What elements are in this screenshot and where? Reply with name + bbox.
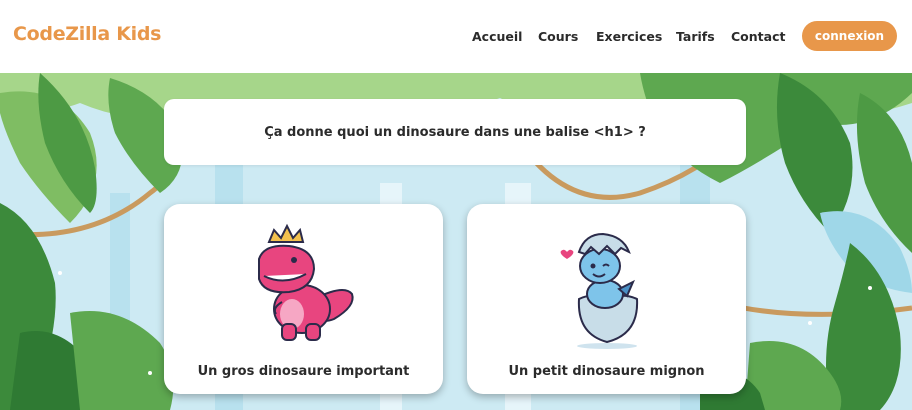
quiz-question-card: Ça donne quoi un dinosaure dans une bali… — [164, 99, 746, 165]
answer-label-big-dino: Un gros dinosaure important — [197, 364, 410, 379]
nav-link-contact[interactable]: Contact — [731, 29, 785, 44]
site-header: CodeZilla Kids Accueil Cours Exercices T… — [0, 0, 912, 73]
nav-link-cours[interactable]: Cours — [538, 29, 578, 44]
nav-link-exercices[interactable]: Exercices — [596, 29, 662, 44]
login-button[interactable]: connexion — [802, 21, 897, 51]
quiz-question: Ça donne quoi un dinosaure dans une bali… — [264, 124, 646, 140]
answer-label-baby-dino: Un petit dinosaure mignon — [508, 364, 705, 379]
nav-link-accueil[interactable]: Accueil — [472, 29, 522, 44]
answer-card-big-dino[interactable]: Un gros dinosaure important — [164, 204, 443, 394]
baby-blue-dino-in-egg-icon — [560, 232, 639, 349]
answer-card-baby-dino[interactable]: Un petit dinosaure mignon — [467, 204, 746, 394]
main-nav: Accueil Cours Exercices Tarifs Contact — [0, 29, 912, 45]
crowned-pink-trex-icon — [258, 223, 354, 341]
nav-link-tarifs[interactable]: Tarifs — [676, 29, 715, 44]
